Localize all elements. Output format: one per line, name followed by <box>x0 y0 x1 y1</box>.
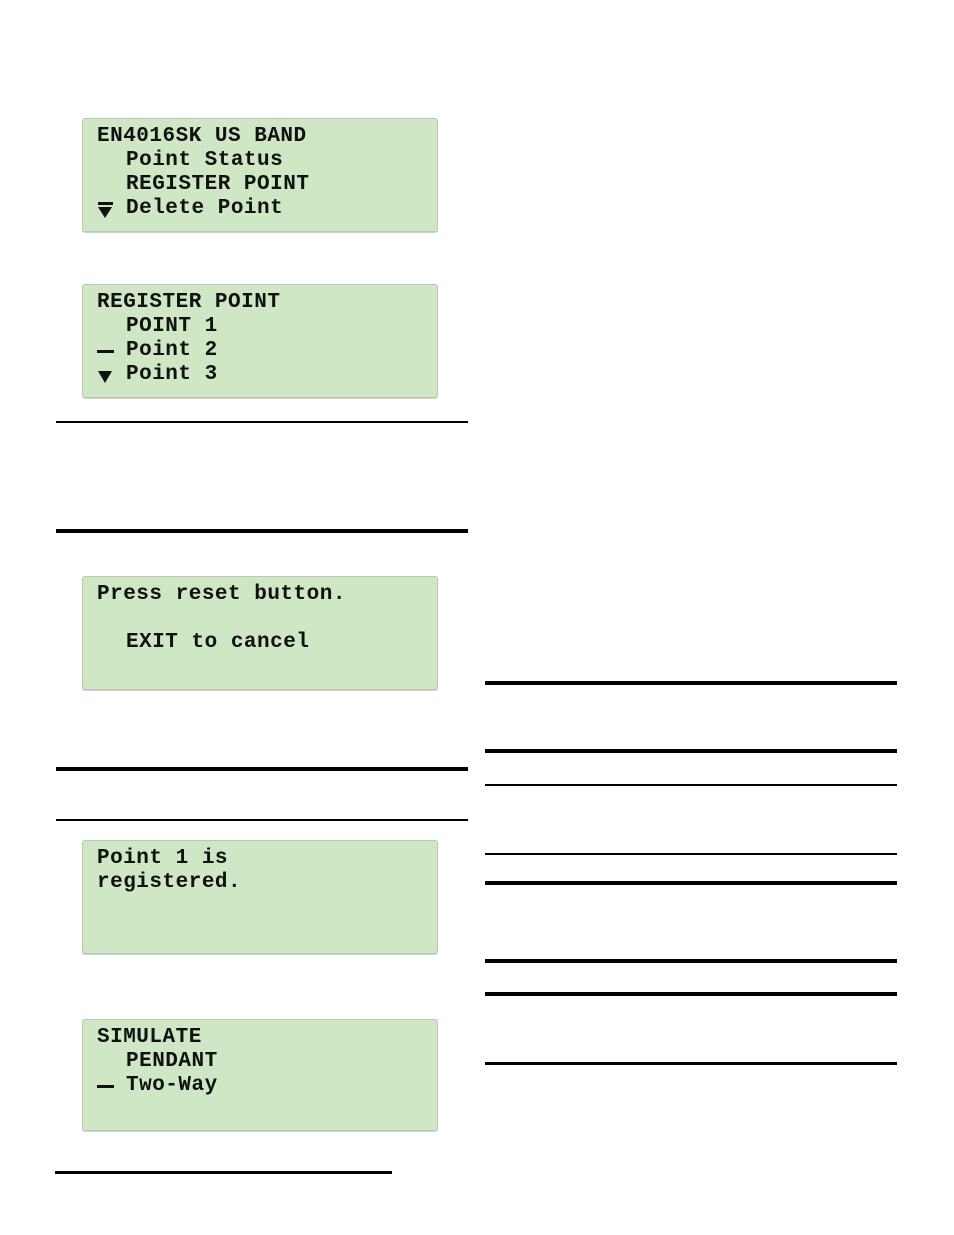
lcd-line[interactable]: Point Status <box>83 149 437 173</box>
horizontal-rule <box>485 784 897 786</box>
lcd-line-text: EN4016SK US BAND <box>97 125 307 148</box>
lcd-line[interactable]: EXIT to cancel <box>83 631 437 655</box>
horizontal-rule <box>56 529 468 533</box>
lcd-line-text: Point Status <box>126 149 284 172</box>
lcd-line-text: REGISTER POINT <box>126 173 310 196</box>
lcd-line-text: PENDANT <box>126 1050 218 1073</box>
horizontal-rule <box>485 881 897 885</box>
lcd-line-text: SIMULATE <box>97 1026 202 1049</box>
point-menu-screen[interactable]: EN4016SK US BAND Point Status REGISTER POI… <box>82 118 438 232</box>
lcd-line[interactable]: registered. <box>83 871 437 895</box>
page-canvas: EN4016SK US BAND Point Status REGISTER POI… <box>0 0 954 1235</box>
lcd-line[interactable]: Two-Way <box>83 1074 437 1098</box>
lcd-line-text: Press reset button. <box>97 583 346 606</box>
horizontal-rule <box>485 681 897 685</box>
lcd-line-group: Press reset button. EXIT to cancel <box>83 583 437 679</box>
lcd-line[interactable]: Point 2 <box>83 339 437 363</box>
lcd-line-group: REGISTER POINT POINT 1 Point 2 Point 3 <box>83 291 437 387</box>
scroll-down-triangle-icon <box>97 197 119 221</box>
scroll-down-triangle-icon <box>97 363 119 387</box>
horizontal-rule <box>56 767 468 771</box>
lcd-line[interactable]: Point 1 is <box>83 847 437 871</box>
lcd-line[interactable]: SIMULATE <box>83 1026 437 1050</box>
lcd-line-group: Point 1 is registered. <box>83 847 437 943</box>
lcd-line-text: Point 2 <box>126 339 218 362</box>
lcd-line[interactable]: REGISTER POINT <box>83 291 437 315</box>
lcd-line[interactable]: POINT 1 <box>83 315 437 339</box>
lcd-line-group: SIMULATE PENDANT Two-Way <box>83 1026 437 1122</box>
horizontal-rule <box>55 1171 392 1174</box>
lcd-line <box>83 607 437 631</box>
lcd-line[interactable]: Delete Point <box>83 197 437 221</box>
lcd-line <box>83 1098 437 1122</box>
horizontal-rule <box>56 421 468 423</box>
point-registered-confirmation-screen[interactable]: Point 1 is registered. <box>82 840 438 954</box>
lcd-line-text: EXIT to cancel <box>126 631 310 654</box>
horizontal-rule <box>485 992 897 996</box>
lcd-line <box>83 919 437 943</box>
lcd-line <box>83 655 437 679</box>
horizontal-rule <box>56 819 468 821</box>
lcd-line <box>83 895 437 919</box>
press-reset-prompt-screen[interactable]: Press reset button. EXIT to cancel <box>82 576 438 690</box>
horizontal-rule <box>485 749 897 753</box>
lcd-line-text: Point 1 is <box>97 847 229 870</box>
cursor-dash-icon <box>97 339 119 363</box>
horizontal-rule <box>485 959 897 963</box>
lcd-line[interactable]: EN4016SK US BAND <box>83 125 437 149</box>
horizontal-rule <box>485 1062 897 1065</box>
lcd-line-text: POINT 1 <box>126 315 218 338</box>
lcd-line[interactable]: Point 3 <box>83 363 437 387</box>
lcd-line-text: registered. <box>97 871 242 894</box>
register-point-list-screen[interactable]: REGISTER POINT POINT 1 Point 2 Point 3 <box>82 284 438 398</box>
simulate-menu-screen[interactable]: SIMULATE PENDANT Two-Way <box>82 1019 438 1131</box>
lcd-line-text: Two-Way <box>126 1074 218 1097</box>
lcd-line-group: EN4016SK US BAND Point Status REGISTER POI… <box>83 125 437 221</box>
lcd-line-text: REGISTER POINT <box>97 291 281 314</box>
lcd-line[interactable]: Press reset button. <box>83 583 437 607</box>
lcd-line[interactable]: PENDANT <box>83 1050 437 1074</box>
lcd-line[interactable]: REGISTER POINT <box>83 173 437 197</box>
horizontal-rule <box>485 853 897 855</box>
cursor-dash-icon <box>97 1074 119 1098</box>
lcd-line-text: Point 3 <box>126 363 218 386</box>
lcd-line-text: Delete Point <box>126 197 284 220</box>
